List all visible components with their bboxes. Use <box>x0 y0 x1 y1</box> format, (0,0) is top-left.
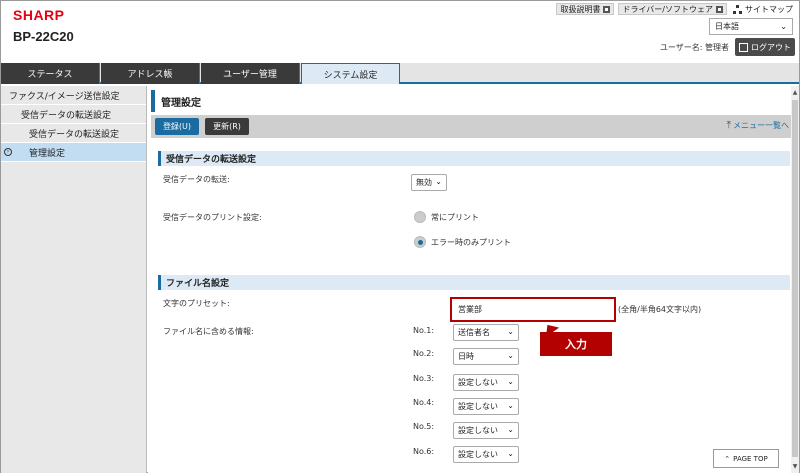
chevron-down-icon: ⌄ <box>507 401 514 410</box>
scroll-up-icon[interactable]: ▲ <box>791 89 799 97</box>
sidebar-item-admin-settings[interactable]: › 管理設定 <box>1 143 146 162</box>
row-no-label: No.1: <box>413 326 435 335</box>
manual-link[interactable]: 取扱説明書 <box>556 3 615 15</box>
driver-software-link[interactable]: ドライバー/ソフトウェア <box>618 3 727 15</box>
transfer-value: 無効 <box>416 178 432 187</box>
select-value: 設定しない <box>458 450 498 459</box>
driver-link-label: ドライバー/ソフトウェア <box>622 4 713 14</box>
back-up-icon: ⤒ <box>726 120 731 131</box>
logout-button[interactable]: ログアウト <box>735 38 795 56</box>
row-no-label: No.5: <box>413 422 435 431</box>
row-no-label: No.4: <box>413 398 435 407</box>
include-info-label: ファイル名に含める情報: <box>163 327 254 336</box>
vertical-scrollbar[interactable]: ▲ ▼ <box>791 86 799 473</box>
logout-icon <box>739 42 748 52</box>
sidebar-item-fax-image-send[interactable]: ファクス/イメージ送信設定 <box>1 86 146 105</box>
preset-label: 文字のプリセット: <box>163 299 230 308</box>
radio-off-icon <box>414 211 426 223</box>
tab-status[interactable]: ステータス <box>1 63 100 84</box>
section-filename-header: ファイル名設定 <box>158 275 790 290</box>
register-button[interactable]: 登録(U) <box>155 118 199 135</box>
chevron-up-icon: ⌃ <box>724 454 731 463</box>
sitemap-link[interactable]: サイトマップ <box>731 4 795 15</box>
radio-print-on-error[interactable]: エラー時のみプリント <box>414 236 511 248</box>
print-setting-label: 受信データのプリント設定: <box>163 213 262 222</box>
header: SHARP BP-22C20 取扱説明書 ドライバー/ソフトウェア サイトマップ… <box>1 1 799 63</box>
preset-text-input[interactable]: 営業部 <box>450 297 616 322</box>
sitemap-icon <box>733 4 742 14</box>
transfer-select[interactable]: 無効 ⌄ <box>411 174 447 191</box>
input-callout: 入力 <box>540 332 612 356</box>
sitemap-label: サイトマップ <box>745 4 793 14</box>
sidebar-item-transfer-settings-sub[interactable]: 受信データの転送設定 <box>1 124 146 143</box>
radio-on-icon <box>414 236 426 248</box>
model-name: BP-22C20 <box>13 29 74 44</box>
menu-list-link[interactable]: ⤒ メニュー一覧へ <box>727 120 789 131</box>
transfer-label: 受信データの転送: <box>163 175 230 184</box>
select-value: 日時 <box>458 352 474 361</box>
page-top-label: PAGE TOP <box>733 454 768 463</box>
filename-select-4[interactable]: 設定しない ⌄ <box>453 398 519 415</box>
page-top-button[interactable]: ⌃ PAGE TOP <box>713 449 779 468</box>
radio-error-label: エラー時のみプリント <box>431 237 511 247</box>
sharp-logo: SHARP <box>13 7 65 23</box>
filename-select-2[interactable]: 日時 ⌄ <box>453 348 519 365</box>
scrollbar-thumb[interactable] <box>792 100 798 457</box>
preset-value: 営業部 <box>458 305 482 314</box>
filename-select-5[interactable]: 設定しない ⌄ <box>453 422 519 439</box>
filename-select-3[interactable]: 設定しない ⌄ <box>453 374 519 391</box>
chevron-down-icon: ⌄ <box>507 351 514 360</box>
filename-select-1[interactable]: 送信者名 ⌄ <box>453 324 519 341</box>
chevron-down-icon: ⌄ <box>507 377 514 386</box>
tab-user-management[interactable]: ユーザー管理 <box>201 63 300 84</box>
language-value: 日本語 <box>715 22 739 31</box>
chevron-down-icon: ⌄ <box>507 449 514 458</box>
sidebar: ファクス/イメージ送信設定 受信データの転送設定 受信データの転送設定 › 管理… <box>1 86 147 473</box>
menu-list-label: メニュー一覧へ <box>733 121 789 130</box>
row-no-label: No.3: <box>413 374 435 383</box>
row-no-label: No.2: <box>413 349 435 358</box>
sidebar-item-label: 受信データの転送設定 <box>21 110 112 121</box>
external-link-icon <box>716 5 723 13</box>
user-name-label: ユーザー名: 管理者 <box>659 43 729 52</box>
top-links: 取扱説明書 ドライバー/ソフトウェア サイトマップ <box>556 3 795 15</box>
arrow-right-icon: › <box>4 148 12 156</box>
sidebar-item-label: ファクス/イメージ送信設定 <box>9 91 120 102</box>
select-value: 設定しない <box>458 378 498 387</box>
logout-label: ログアウト <box>751 42 791 52</box>
sidebar-item-transfer-settings[interactable]: 受信データの転送設定 <box>1 105 146 124</box>
sidebar-item-label: 管理設定 <box>29 148 66 159</box>
main-tabs: ステータス アドレス帳 ユーザー管理 システム設定 <box>1 63 799 84</box>
action-toolbar: 登録(U) 更新(R) ⤒ メニュー一覧へ <box>151 115 791 138</box>
select-value: 設定しない <box>458 402 498 411</box>
chevron-down-icon: ⌄ <box>435 177 442 186</box>
radio-always-print[interactable]: 常にプリント <box>414 211 479 223</box>
main-content: 管理設定 登録(U) 更新(R) ⤒ メニュー一覧へ 受信データの転送設定 受信… <box>148 86 791 473</box>
select-value: 設定しない <box>458 426 498 435</box>
external-link-icon <box>603 5 611 13</box>
preset-hint: (全角/半角64文字以内) <box>618 305 702 314</box>
scroll-down-icon[interactable]: ▼ <box>791 463 799 471</box>
sidebar-item-label: 受信データの転送設定 <box>29 129 120 140</box>
page-title: 管理設定 <box>151 90 791 112</box>
language-select[interactable]: 日本語 ⌄ <box>709 18 793 35</box>
tab-address-book[interactable]: アドレス帳 <box>101 63 200 84</box>
filename-select-6[interactable]: 設定しない ⌄ <box>453 446 519 463</box>
manual-link-label: 取扱説明書 <box>560 4 601 14</box>
row-no-label: No.6: <box>413 447 435 456</box>
section-transfer-header: 受信データの転送設定 <box>158 151 790 166</box>
update-button[interactable]: 更新(R) <box>205 118 249 135</box>
tab-system-settings[interactable]: システム設定 <box>301 63 400 84</box>
chevron-down-icon: ⌄ <box>507 327 514 336</box>
select-value: 送信者名 <box>458 328 490 337</box>
chevron-down-icon: ⌄ <box>507 425 514 434</box>
radio-always-label: 常にプリント <box>431 212 479 222</box>
chevron-down-icon: ⌄ <box>780 22 787 31</box>
